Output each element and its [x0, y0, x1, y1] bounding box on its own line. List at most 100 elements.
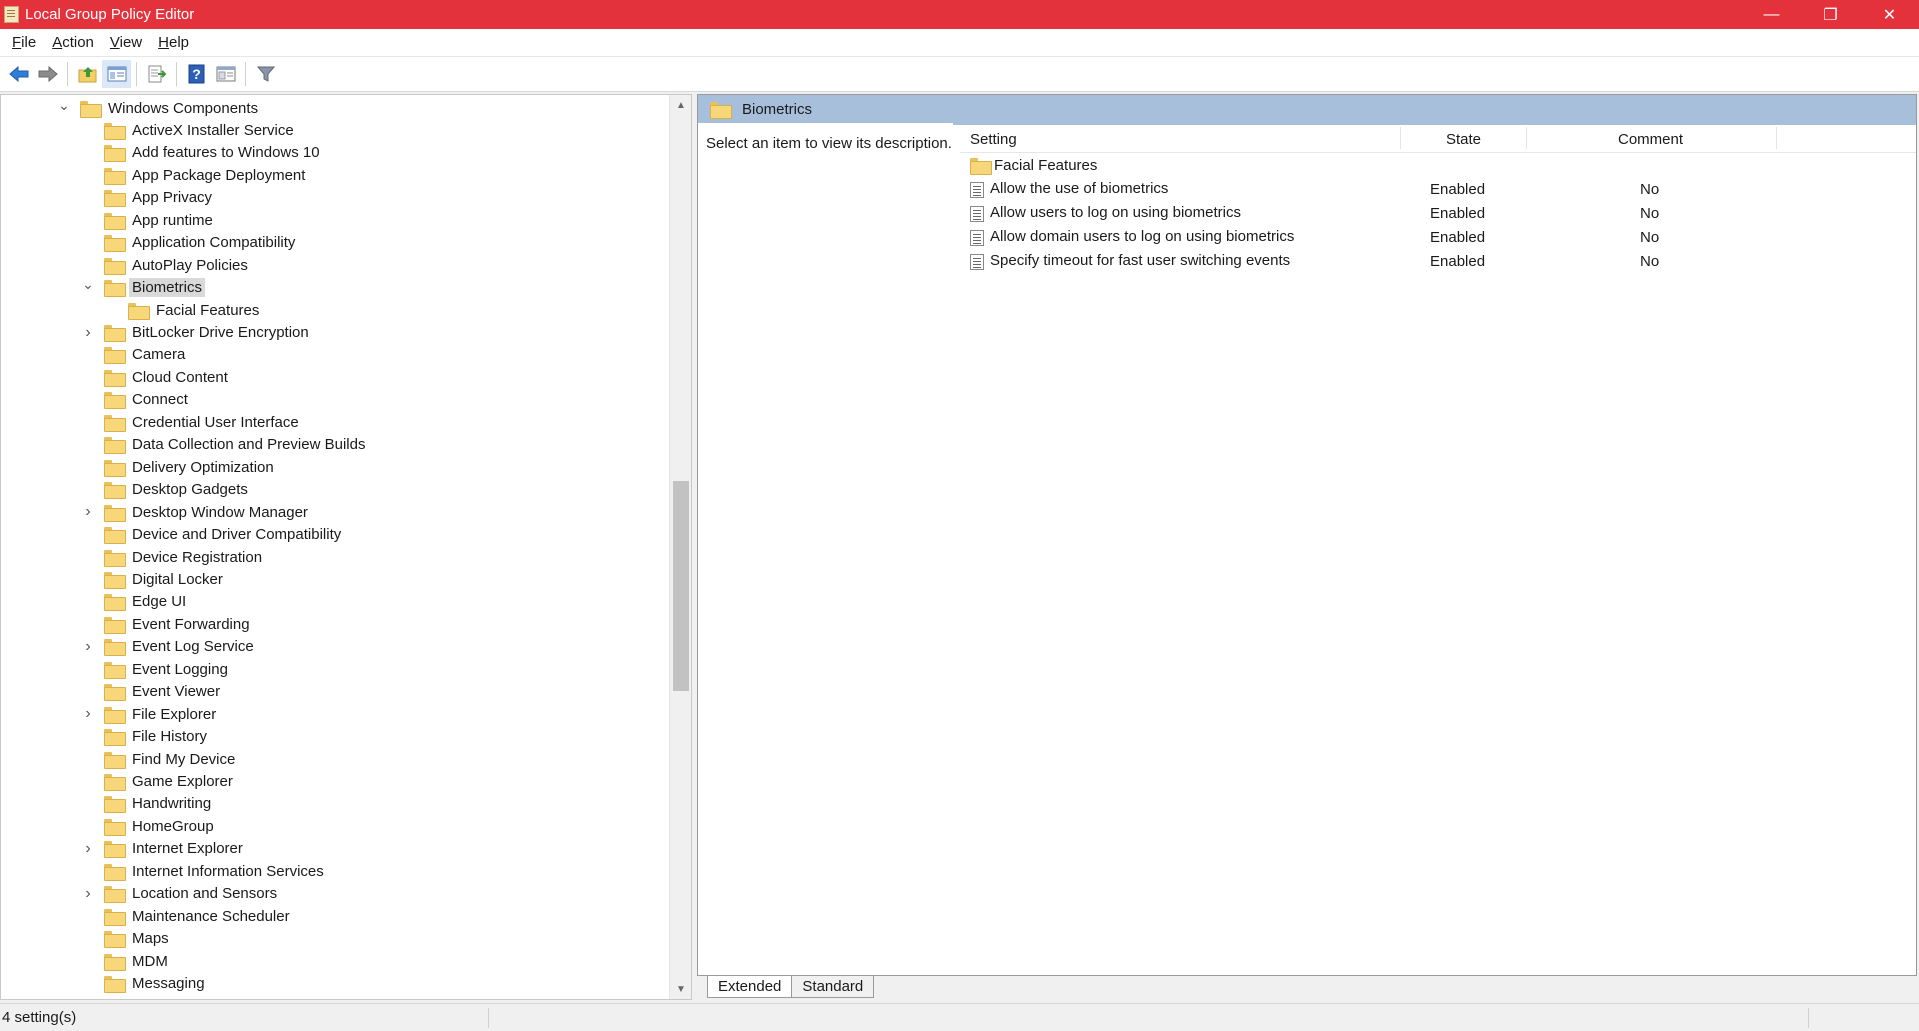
console-tree[interactable]: ⌄ Windows Components ActiveX Installer Ser… [0, 94, 692, 1000]
tree-item[interactable]: MDM [80, 950, 168, 972]
folder-icon [104, 369, 126, 387]
tree-item[interactable]: › BitLocker Drive Encryption [80, 322, 309, 344]
properties-button[interactable] [211, 60, 240, 88]
description-text: Select an item to view its description. [706, 135, 952, 152]
table-row[interactable]: Allow domain users to log on using biome… [960, 225, 1916, 249]
folder-icon [104, 639, 126, 657]
menu-help[interactable]: Help [150, 34, 197, 51]
tree-item[interactable]: Messaging [80, 973, 205, 995]
tree-item[interactable]: ⌄ Windows Components [56, 97, 258, 119]
tree-item[interactable]: Facial Features [104, 299, 259, 321]
tree-item[interactable]: › Location and Sensors [80, 883, 277, 905]
tree-item[interactable]: ⌄ Biometrics [80, 276, 206, 299]
chevron-right-icon[interactable]: › [80, 840, 96, 857]
chevron-down-icon[interactable]: ⌄ [80, 276, 96, 293]
tree-item[interactable]: Event Logging [80, 658, 228, 680]
tree-item[interactable]: Maps [80, 928, 169, 950]
expander-placeholder [80, 818, 96, 834]
tree-item[interactable]: Data Collection and Preview Builds [80, 434, 365, 456]
tree-item[interactable]: Maintenance Scheduler [80, 905, 290, 927]
chevron-down-icon[interactable]: ⌄ [56, 97, 72, 113]
column-divider[interactable] [1776, 127, 1777, 149]
tree-item[interactable]: Event Viewer [80, 681, 220, 703]
maximize-button[interactable]: ❐ [1801, 0, 1860, 29]
chevron-right-icon[interactable]: › [80, 503, 96, 520]
settings-list[interactable]: Setting State Comment Facial Features All… [960, 125, 1916, 273]
tree-item[interactable]: › Desktop Window Manager [80, 501, 308, 523]
tree-item[interactable]: Application Compatibility [80, 232, 295, 254]
folder-icon [128, 302, 150, 320]
tree-item-label: File History [132, 728, 208, 746]
menu-action[interactable]: Action [44, 34, 102, 51]
tree-item[interactable]: Handwriting [80, 793, 211, 815]
column-divider[interactable] [1400, 127, 1401, 149]
tree-item[interactable]: › Internet Explorer [80, 838, 243, 860]
expander-placeholder [80, 437, 96, 453]
filter-button[interactable] [251, 60, 280, 88]
scrollbar-thumb[interactable] [673, 481, 689, 691]
tree-item[interactable]: › File Explorer [80, 703, 216, 725]
minimize-button[interactable]: — [1742, 0, 1801, 29]
show-hide-tree-button[interactable] [102, 60, 131, 88]
chevron-right-icon[interactable]: › [80, 324, 96, 341]
chevron-right-icon[interactable]: › [80, 705, 96, 722]
tree-item[interactable]: App Privacy [80, 187, 212, 209]
comment-cell: No [1640, 204, 1660, 222]
scroll-down-arrow-icon[interactable]: ▼ [670, 979, 691, 999]
tree-item[interactable]: Camera [80, 344, 185, 366]
tree-item[interactable]: Game Explorer [80, 771, 233, 793]
expander-placeholder [80, 392, 96, 408]
tree-item[interactable]: Desktop Gadgets [80, 479, 248, 501]
tree-item-label: Event Viewer [132, 683, 221, 701]
tree-item[interactable]: › Event Log Service [80, 636, 254, 658]
tree-item[interactable]: Edge UI [80, 591, 186, 613]
tab-extended[interactable]: Extended [707, 976, 793, 998]
tree-item[interactable]: HomeGroup [80, 815, 214, 837]
tree-item[interactable]: AutoPlay Policies [80, 254, 248, 276]
chevron-right-icon[interactable]: › [80, 638, 96, 655]
tree-item[interactable]: Event Forwarding [80, 613, 250, 635]
tree-item[interactable]: App runtime [80, 209, 213, 231]
tree-item[interactable]: App Package Deployment [80, 164, 305, 186]
tree-item[interactable]: Delivery Optimization [80, 456, 274, 478]
expander-placeholder [80, 571, 96, 587]
tab-standard[interactable]: Standard [792, 976, 875, 998]
table-row[interactable]: Allow the use of biometrics Enabled No [960, 177, 1916, 201]
tree-item[interactable]: Device and Driver Compatibility [80, 524, 341, 546]
tree-item[interactable]: Cloud Content [80, 366, 228, 388]
column-divider[interactable] [1526, 127, 1527, 149]
table-row[interactable]: Specify timeout for fast user switching … [960, 249, 1916, 273]
tree-item[interactable]: ActiveX Installer Service [80, 119, 294, 141]
tree-item[interactable]: Connect [80, 389, 188, 411]
back-button[interactable] [4, 60, 33, 88]
column-header-comment[interactable]: Comment [1618, 131, 1683, 148]
tree-item[interactable]: Find My Device [80, 748, 235, 770]
menu-file[interactable]: File [4, 34, 44, 51]
tree-item-label: MDM [132, 952, 168, 970]
tree-item[interactable]: Internet Information Services [80, 860, 324, 882]
table-row[interactable]: Allow users to log on using biometrics En… [960, 201, 1916, 225]
forward-button[interactable] [33, 60, 62, 88]
table-row[interactable]: Facial Features [960, 153, 1916, 177]
tree-item[interactable]: Device Registration [80, 546, 262, 568]
column-header-setting[interactable]: Setting [970, 131, 1017, 148]
chevron-right-icon[interactable]: › [80, 885, 96, 902]
folder-icon [104, 122, 126, 140]
tree-item[interactable]: Add features to Windows 10 [80, 142, 320, 164]
tree-item[interactable]: Digital Locker [80, 568, 223, 590]
tree-item[interactable]: Credential User Interface [80, 411, 299, 433]
column-header-state[interactable]: State [1446, 131, 1481, 148]
menu-view[interactable]: View [102, 34, 150, 51]
setting-cell: Specify timeout for fast user switching … [970, 252, 1290, 270]
tree-item-label: App Package Deployment [132, 166, 306, 184]
help-button[interactable]: ? [182, 60, 211, 88]
close-button[interactable]: ✕ [1860, 0, 1919, 29]
tree-vertical-scrollbar[interactable]: ▲ ▼ [669, 95, 691, 999]
expander-placeholder [80, 796, 96, 812]
tree-item[interactable]: File History [80, 726, 207, 748]
up-one-level-button[interactable] [73, 60, 102, 88]
expander-placeholder [80, 863, 96, 879]
export-list-button[interactable] [142, 60, 171, 88]
tree-item-label: Internet Explorer [132, 840, 243, 858]
scroll-up-arrow-icon[interactable]: ▲ [670, 95, 691, 115]
